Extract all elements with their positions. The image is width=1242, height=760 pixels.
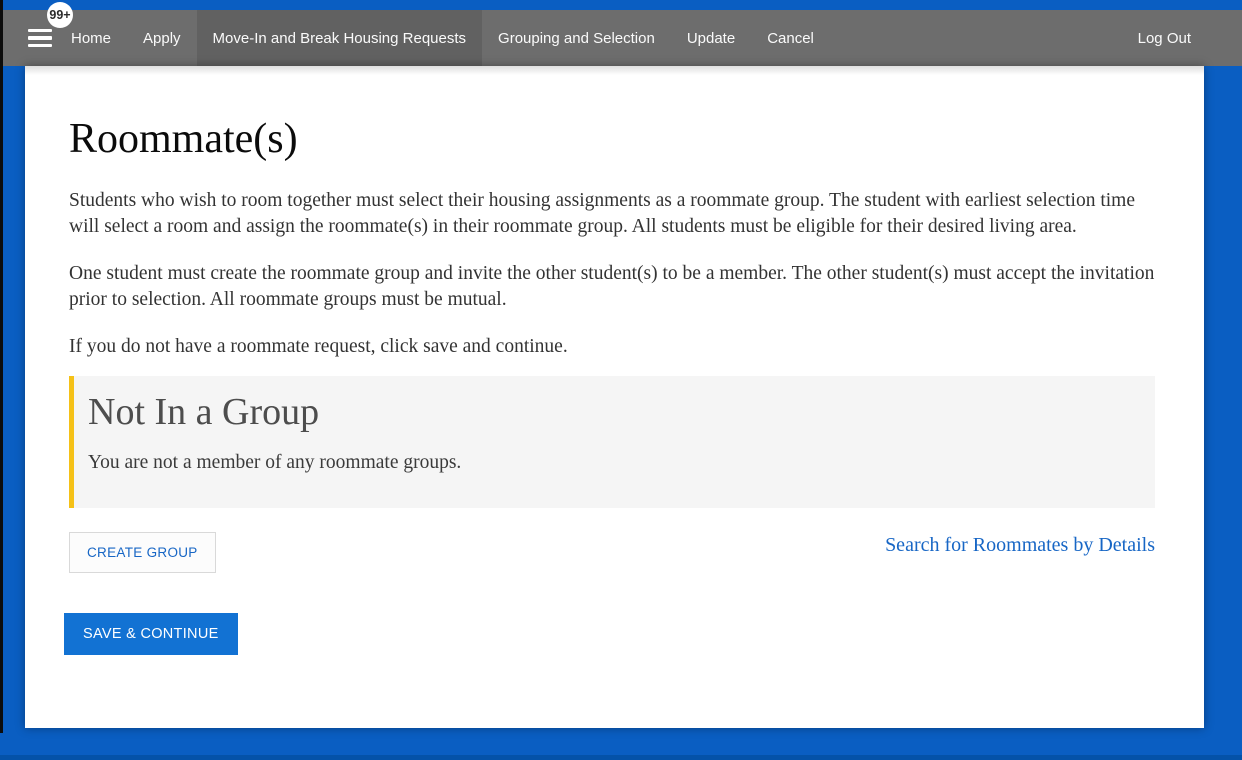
group-status-heading: Not In a Group — [88, 390, 1135, 436]
hamburger-bar — [28, 44, 52, 48]
nav-item-log-out[interactable]: Log Out — [1122, 10, 1207, 66]
hamburger-bar — [28, 29, 52, 33]
intro-paragraph-1: Students who wish to room together must … — [69, 188, 1155, 240]
hamburger-menu-icon[interactable] — [28, 23, 52, 53]
navbar: 99+ Home Apply Move-In and Break Housing… — [0, 10, 1242, 66]
save-and-continue-button[interactable]: SAVE & CONTINUE — [64, 613, 238, 655]
action-row: CREATE GROUP Search for Roommates by Det… — [69, 532, 1155, 573]
nav-item-apply[interactable]: Apply — [127, 10, 197, 66]
hamburger-bar — [28, 36, 52, 40]
window-edge-bottom — [0, 755, 1242, 760]
intro-paragraph-2: One student must create the roommate gro… — [69, 261, 1155, 313]
group-status-box: Not In a Group You are not a member of a… — [69, 376, 1155, 508]
window-edge-left — [0, 0, 3, 733]
save-row: SAVE & CONTINUE — [69, 613, 1155, 655]
search-roommates-link[interactable]: Search for Roommates by Details — [885, 532, 1155, 558]
nav-spacer — [830, 10, 1122, 66]
nav-item-update[interactable]: Update — [671, 10, 751, 66]
content-card: Roommate(s) Students who wish to room to… — [25, 66, 1204, 728]
page-title: Roommate(s) — [69, 66, 1155, 162]
nav-item-move-in-and-break-housing-requests[interactable]: Move-In and Break Housing Requests — [197, 10, 482, 66]
intro-paragraph-3: If you do not have a roommate request, c… — [69, 334, 1155, 360]
create-group-button[interactable]: CREATE GROUP — [69, 532, 216, 573]
nav-item-grouping-and-selection[interactable]: Grouping and Selection — [482, 10, 671, 66]
group-status-message: You are not a member of any roommate gro… — [88, 450, 1135, 476]
top-strip — [0, 0, 1242, 10]
nav-items: Home Apply Move-In and Break Housing Req… — [55, 10, 830, 66]
notification-badge: 99+ — [47, 2, 73, 28]
nav-item-cancel[interactable]: Cancel — [751, 10, 830, 66]
